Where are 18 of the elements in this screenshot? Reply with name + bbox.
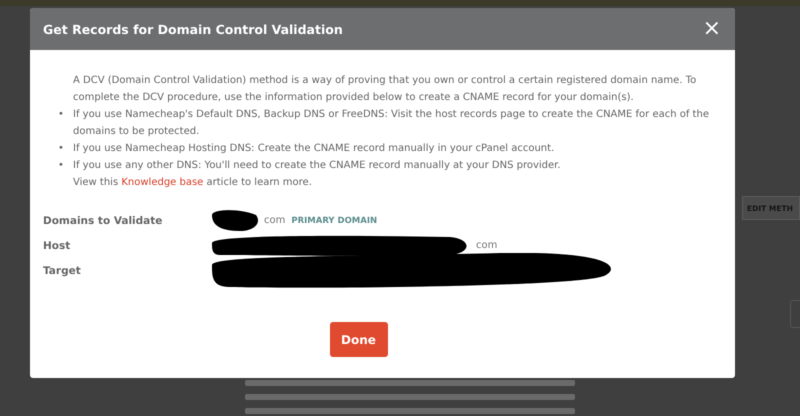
bullet-text: If you use Namecheap Hosting DNS: Create the CNAME record manually in your cPanel account. [73, 142, 554, 156]
dialog-title: Get Records for Domain Control Validation [43, 22, 343, 36]
done-button[interactable]: Done [330, 322, 388, 357]
bullet-marker: • [58, 142, 65, 156]
field-label: Target [43, 264, 82, 276]
bullet-text: If you use any other DNS: You'll need to create the CNAME record manually at your DNS provider. [73, 159, 561, 173]
intro-text: A DCV (Domain Control Validation) method is a way of proving that you own or control a certain registered domain name. To complete the DCV procedure, use the information provided below to create a CNAME record for your domain(s). [73, 74, 698, 105]
domain-suffix: com [476, 240, 498, 251]
domain-suffix: com [264, 215, 286, 226]
primary-domain-label: PRIMARY DOMAIN [291, 216, 378, 226]
knowledge-base-link[interactable]: Knowledge base [121, 177, 204, 188]
help-text: View this Knowledge base article to learn more. [73, 176, 313, 190]
field-label: Domains to Validate [43, 214, 164, 226]
close-button[interactable]: × [702, 18, 721, 40]
bullet-text: If you use Namecheap's Default DNS, Backup DNS or FreeDNS: Visit the host records page to create the CNAME for each of the domains to be protected. [73, 108, 710, 139]
bullet-marker: • [58, 159, 65, 173]
field-label: Host [43, 240, 72, 252]
bullet-marker: • [58, 108, 65, 122]
